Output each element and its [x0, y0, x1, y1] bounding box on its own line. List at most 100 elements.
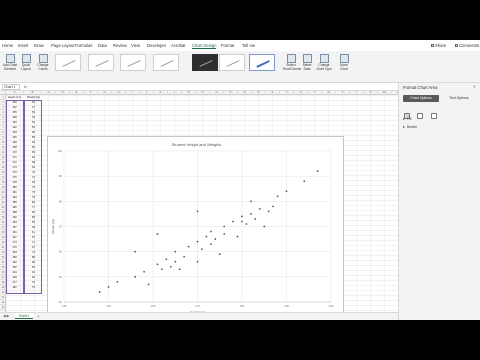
tab-view[interactable]: View [131, 43, 140, 48]
cell[interactable]: 78 [25, 196, 42, 199]
cell[interactable]: 165 [6, 136, 23, 139]
cell[interactable]: 82 [25, 211, 42, 214]
cell[interactable]: 170 [6, 151, 23, 154]
cell[interactable]: 189 [6, 256, 23, 259]
cell[interactable]: 184 [6, 251, 23, 254]
chart-style-1[interactable] [55, 54, 81, 71]
cell[interactable]: 69 [25, 181, 42, 184]
cell[interactable]: 173 [6, 241, 23, 244]
cell[interactable]: 59 [25, 131, 42, 134]
cell[interactable]: 196 [6, 266, 23, 269]
size-properties-icon[interactable] [430, 113, 437, 119]
cell[interactable]: 150 [6, 101, 23, 104]
cell[interactable]: 175 [6, 171, 23, 174]
header-cell[interactable]: Weight (kg) [25, 96, 42, 99]
cell[interactable]: 171 [6, 156, 23, 159]
cell[interactable]: 185 [6, 201, 23, 204]
tab-acrobat[interactable]: Acrobat [171, 43, 185, 48]
cell[interactable]: 60 [25, 146, 42, 149]
cell[interactable]: 158 [6, 116, 23, 119]
cell[interactable]: 68 [25, 161, 42, 164]
comments-button[interactable]: Comments [455, 43, 479, 48]
cell[interactable]: 172 [6, 161, 23, 164]
cell[interactable]: 45 [25, 101, 42, 104]
cell[interactable]: 174 [6, 166, 23, 169]
cell[interactable]: 169 [6, 276, 23, 279]
add-chart-element-button[interactable]: Add Chart Element [2, 54, 18, 72]
cell[interactable]: 178 [6, 181, 23, 184]
tab-tell-me[interactable]: Tell me [242, 43, 255, 48]
cell[interactable]: 70 [25, 171, 42, 174]
change-colors-button[interactable]: Change Colors [35, 54, 51, 72]
cell[interactable]: 55 [25, 221, 42, 224]
cell[interactable]: 157 [6, 226, 23, 229]
cell[interactable]: 85 [25, 216, 42, 219]
cell[interactable]: 58 [25, 136, 42, 139]
share-button[interactable]: Share [431, 43, 446, 48]
cell[interactable]: 177 [6, 281, 23, 284]
cell[interactable]: 188 [6, 211, 23, 214]
cell[interactable]: 152 [6, 106, 23, 109]
chart-style-5[interactable] [192, 54, 218, 71]
cell[interactable]: 79 [25, 286, 42, 289]
cell[interactable]: 57 [25, 236, 42, 239]
add-sheet-button[interactable]: + [37, 314, 40, 319]
cell[interactable]: 65 [25, 151, 42, 154]
cell[interactable]: 88 [25, 256, 42, 259]
cell[interactable]: 64 [25, 271, 42, 274]
cell[interactable]: 163 [6, 131, 23, 134]
cell[interactable]: 160 [6, 121, 23, 124]
cell[interactable]: 162 [6, 126, 23, 129]
tab-formulas[interactable]: Formulas [75, 43, 92, 48]
chart-style-3[interactable] [120, 54, 146, 71]
scatter-chart[interactable]: Student Height and Weights 40 50 60 70 80 90 1… [47, 136, 344, 312]
tab-text-options[interactable]: Text Options [441, 95, 477, 102]
cell[interactable]: 80 [25, 201, 42, 204]
cell[interactable]: 71 [25, 241, 42, 244]
tab-data[interactable]: Data [98, 43, 107, 48]
tab-chart-design[interactable]: Chart Design [192, 43, 217, 49]
cell[interactable]: 167 [6, 236, 23, 239]
chart-style-2[interactable] [88, 54, 114, 71]
cell[interactable]: 183 [6, 196, 23, 199]
cell[interactable]: 50 [25, 111, 42, 114]
sheet-nav-arrows[interactable]: ◀ ▶ [3, 314, 9, 318]
tab-developer[interactable]: Developer [147, 43, 166, 48]
cell[interactable]: 62 [25, 276, 42, 279]
worksheet-grid[interactable]: ABCDEFGHIJKLMNOPQRSTUVWXYZAAAB 123456789… [0, 91, 398, 312]
chart-style-6[interactable] [219, 54, 245, 71]
cell[interactable]: 190 [6, 216, 23, 219]
cell[interactable]: 90 [25, 261, 42, 264]
chart-style-4[interactable] [153, 54, 179, 71]
section-border[interactable]: Border [403, 125, 417, 129]
sheet-tab-sheet1[interactable]: Sheet1 [15, 313, 33, 319]
cell[interactable]: 73 [25, 191, 42, 194]
cell[interactable]: 155 [6, 111, 23, 114]
tab-format[interactable]: Format [221, 43, 234, 48]
cell[interactable]: 74 [25, 251, 42, 254]
cell[interactable]: 181 [6, 191, 23, 194]
tab-chart-options[interactable]: Chart Options [403, 95, 439, 102]
tab-insert[interactable]: Insert [18, 43, 28, 48]
cell[interactable]: 66 [25, 166, 42, 169]
cell[interactable]: 56 [25, 126, 42, 129]
cell[interactable]: 53 [25, 116, 42, 119]
cell[interactable]: 95 [25, 266, 42, 269]
cell[interactable]: 47 [25, 106, 42, 109]
name-box[interactable]: Chart 1 [2, 84, 20, 90]
cell[interactable]: 72 [25, 176, 42, 179]
cell[interactable]: 161 [6, 231, 23, 234]
change-chart-type-button[interactable]: Change Chart Type [316, 54, 332, 72]
chart-style-7[interactable] [249, 54, 275, 71]
cell[interactable]: 48 [25, 226, 42, 229]
cell[interactable]: 63 [25, 156, 42, 159]
cell[interactable]: 75 [25, 186, 42, 189]
header-cell[interactable]: Height (cm) [6, 96, 23, 99]
switch-row-column-button[interactable]: Switch Row/Column [283, 54, 301, 72]
cell[interactable]: 62 [25, 141, 42, 144]
section-fill[interactable]: Fill [403, 117, 411, 121]
tab-review[interactable]: Review [113, 43, 127, 48]
cell[interactable]: 166 [6, 141, 23, 144]
cell[interactable]: 176 [6, 176, 23, 179]
cell[interactable]: 168 [6, 146, 23, 149]
